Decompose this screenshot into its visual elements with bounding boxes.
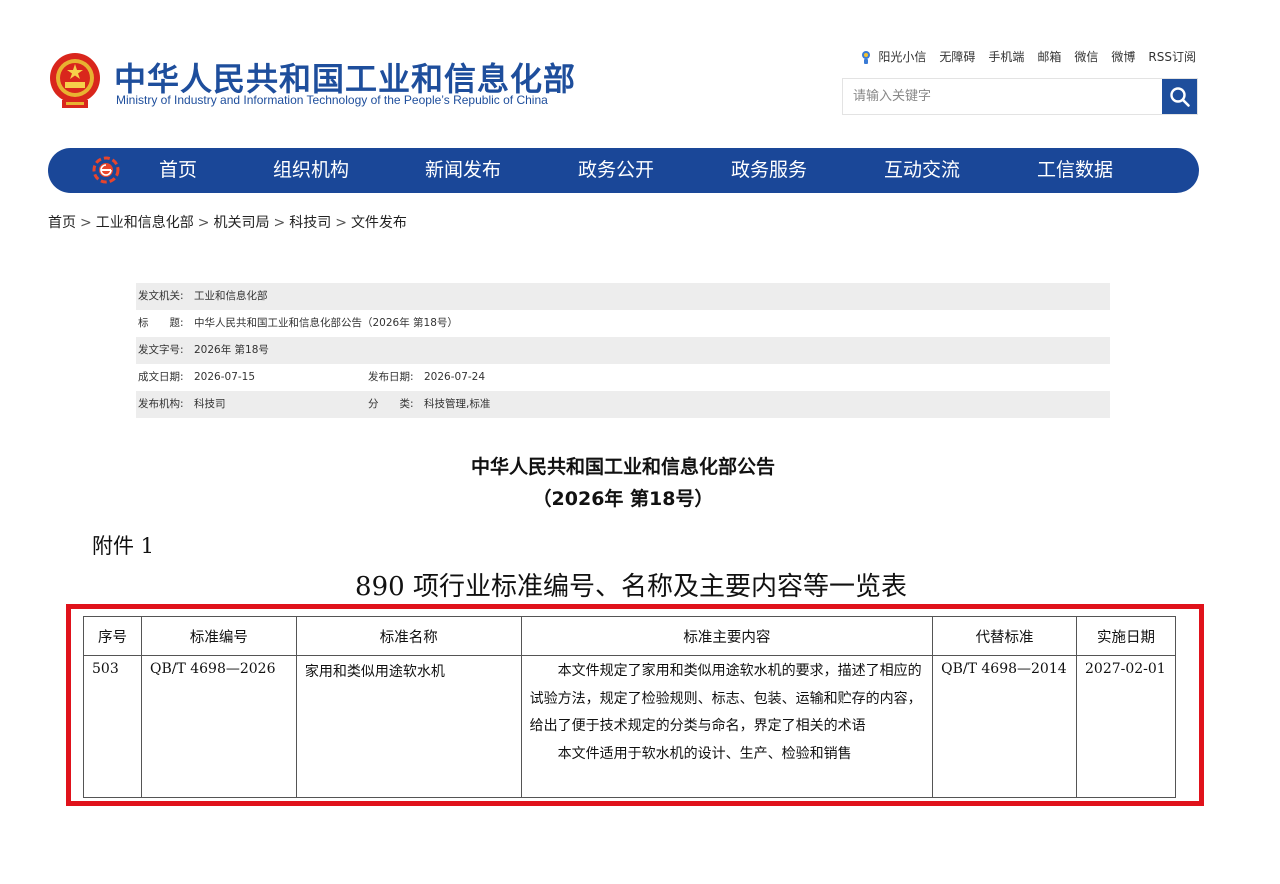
toplink-wechat[interactable]: 微信 bbox=[1074, 48, 1098, 65]
breadcrumb-separator: > bbox=[197, 215, 210, 231]
document-meta: 发文机关: 工业和信息化部 标 题: 中华人民共和国工业和信息化部公告（2026… bbox=[136, 283, 1110, 418]
attachment-label: 附件 1 bbox=[92, 534, 155, 558]
header-name: 标准名称 bbox=[295, 616, 522, 656]
meta-doc-no-value: 2026年 第18号 bbox=[194, 344, 269, 356]
meta-row-title: 标 题: 中华人民共和国工业和信息化部公告（2026年 第18号） bbox=[136, 310, 1110, 337]
nav-gov-services[interactable]: 政务服务 bbox=[731, 148, 807, 193]
meta-issuer-value: 工业和信息化部 bbox=[194, 290, 268, 302]
search-icon bbox=[1169, 86, 1190, 107]
breadcrumb-separator: > bbox=[273, 215, 286, 231]
content-paragraph-scope: 本文件规定了家用和类似用途软水机的要求，描述了相应的试验方法，规定了检验规则、标… bbox=[529, 663, 922, 734]
meta-org-label: 发布机构: bbox=[138, 398, 184, 410]
top-links: 阳光小信 无障碍 手机端 邮箱 微信 微博 RSS订阅 bbox=[858, 48, 1196, 65]
nav-organization[interactable]: 组织机构 bbox=[273, 148, 349, 193]
breadcrumb-separator: > bbox=[80, 215, 92, 231]
meta-category-value: 科技管理,标准 bbox=[424, 398, 491, 410]
miit-logo-icon bbox=[92, 156, 120, 184]
nav-data[interactable]: 工信数据 bbox=[1037, 148, 1113, 193]
breadcrumb-miit[interactable]: 工业和信息化部 bbox=[96, 215, 194, 231]
meta-written-date-value: 2026-07-15 bbox=[194, 371, 256, 383]
breadcrumb-separator: > bbox=[335, 215, 347, 231]
header-effective-date: 实施日期 bbox=[1076, 616, 1176, 656]
cell-code: QB/T 4698—2026 bbox=[140, 655, 297, 798]
toplink-rss[interactable]: RSS订阅 bbox=[1148, 48, 1196, 65]
meta-category-label: 分 类: bbox=[368, 398, 414, 410]
meta-row-issuer: 发文机关: 工业和信息化部 bbox=[136, 283, 1110, 310]
header-replaces: 代替标准 bbox=[932, 616, 1077, 656]
breadcrumb-documents[interactable]: 文件发布 bbox=[351, 215, 407, 231]
breadcrumb-departments[interactable]: 机关司局 bbox=[213, 215, 269, 231]
attachment-list-title: 890 项行业标准编号、名称及主要内容等一览表 bbox=[355, 572, 907, 602]
toplink-sunshine[interactable]: 阳光小信 bbox=[878, 48, 926, 65]
table-header-row: 序号 标准编号 标准名称 标准主要内容 代替标准 实施日期 bbox=[83, 616, 1176, 656]
meta-org-value: 科技司 bbox=[194, 398, 226, 410]
toplink-mailbox[interactable]: 邮箱 bbox=[1037, 48, 1061, 65]
meta-issuer-label: 发文机关: bbox=[138, 290, 184, 302]
cell-seq: 503 bbox=[83, 655, 142, 798]
main-nav: 首页 组织机构 新闻发布 政务公开 政务服务 互动交流 工信数据 bbox=[48, 148, 1199, 193]
nav-home[interactable]: 首页 bbox=[159, 148, 197, 193]
meta-row-org: 发布机构: 科技司 分 类: 科技管理,标准 bbox=[136, 391, 1110, 418]
table-row: 503 QB/T 4698—2026 家用和类似用途软水机 本文件规定了家用和类… bbox=[83, 655, 1176, 798]
meta-publish-date-label: 发布日期: bbox=[368, 371, 414, 383]
nav-interaction[interactable]: 互动交流 bbox=[884, 148, 960, 193]
toplink-accessibility[interactable]: 无障碍 bbox=[939, 48, 975, 65]
toplink-mobile[interactable]: 手机端 bbox=[988, 48, 1024, 65]
nav-gov-affairs[interactable]: 政务公开 bbox=[578, 148, 654, 193]
cell-name: 家用和类似用途软水机 bbox=[295, 655, 522, 798]
toplink-weibo[interactable]: 微博 bbox=[1111, 48, 1135, 65]
header-seq: 序号 bbox=[83, 616, 142, 656]
cell-effective-date: 2027-02-01 bbox=[1076, 655, 1176, 798]
nav-news[interactable]: 新闻发布 bbox=[425, 148, 501, 193]
site-title-english: Ministry of Industry and Information Tec… bbox=[116, 93, 548, 107]
cell-replaces: QB/T 4698—2014 bbox=[932, 655, 1077, 798]
breadcrumb: 首页 > 工业和信息化部 > 机关司局 > 科技司 > 文件发布 bbox=[48, 212, 407, 232]
meta-publish-date-value: 2026-07-24 bbox=[424, 371, 486, 383]
national-emblem-icon bbox=[50, 53, 100, 108]
search-input[interactable] bbox=[843, 79, 1162, 114]
breadcrumb-tech-dept[interactable]: 科技司 bbox=[289, 215, 331, 231]
header-code: 标准编号 bbox=[140, 616, 297, 656]
meta-title-label: 标 题: bbox=[138, 317, 184, 329]
standards-table: 序号 标准编号 标准名称 标准主要内容 代替标准 实施日期 503 QB/T 4… bbox=[83, 616, 1176, 798]
meta-written-date-label: 成文日期: bbox=[138, 371, 184, 383]
breadcrumb-home[interactable]: 首页 bbox=[48, 215, 76, 231]
document-title: 中华人民共和国工业和信息化部公告 bbox=[470, 456, 775, 478]
header-content: 标准主要内容 bbox=[520, 616, 934, 656]
mascot-icon[interactable] bbox=[858, 49, 874, 65]
document-number: （2026年 第18号） bbox=[532, 488, 714, 510]
search-box bbox=[842, 78, 1198, 115]
search-button[interactable] bbox=[1162, 79, 1197, 114]
cell-content: 本文件规定了家用和类似用途软水机的要求，描述了相应的试验方法，规定了检验规则、标… bbox=[520, 655, 934, 798]
meta-doc-no-label: 发文字号: bbox=[138, 344, 184, 356]
meta-row-dates: 成文日期: 2026-07-15 发布日期: 2026-07-24 bbox=[136, 364, 1110, 391]
meta-title-value: 中华人民共和国工业和信息化部公告（2026年 第18号） bbox=[194, 317, 458, 329]
meta-row-doc-no: 发文字号: 2026年 第18号 bbox=[136, 337, 1110, 364]
content-paragraph-applicability: 本文件适用于软水机的设计、生产、检验和销售 bbox=[557, 745, 852, 762]
